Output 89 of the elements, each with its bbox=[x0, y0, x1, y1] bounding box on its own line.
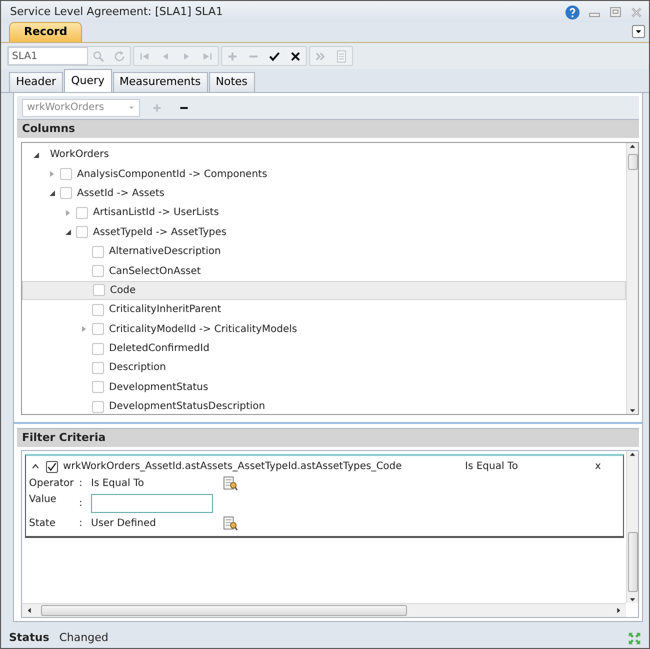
check-icon bbox=[47, 462, 57, 472]
lookup-icon[interactable] bbox=[223, 476, 238, 491]
tab[interactable]: Header bbox=[9, 72, 64, 92]
record-field[interactable]: SLA1 bbox=[8, 47, 88, 65]
tree-label: AssetTypeId -> AssetTypes bbox=[93, 226, 226, 240]
collapse-icon[interactable] bbox=[31, 462, 40, 471]
tree-row[interactable]: Code bbox=[22, 280, 626, 300]
tree-row[interactable]: DevelopmentStatus bbox=[22, 378, 626, 398]
tree-label: DeletedConfirmedId bbox=[109, 342, 210, 356]
tree-row[interactable]: AnalysisComponentId -> Components bbox=[22, 164, 626, 184]
search-icon bbox=[92, 50, 105, 62]
lookup-icon[interactable] bbox=[223, 516, 238, 531]
tree-row[interactable]: Description bbox=[22, 358, 626, 378]
scroll-down-icon[interactable] bbox=[629, 596, 636, 603]
checkbox[interactable] bbox=[46, 460, 58, 472]
scroll-thumb[interactable] bbox=[628, 532, 638, 592]
help-icon[interactable] bbox=[565, 4, 580, 20]
field-value: User Defined bbox=[91, 517, 157, 531]
tree-label: AlternativeDescription bbox=[109, 245, 221, 260]
tree-row[interactable]: DeletedConfirmedId bbox=[22, 338, 626, 358]
tab[interactable]: Measurements bbox=[112, 72, 208, 92]
remove-link[interactable]: x bbox=[595, 459, 601, 474]
scroll-right-icon[interactable] bbox=[615, 607, 622, 614]
tree-row[interactable]: CriticalityModelId -> CriticalityModels bbox=[22, 320, 626, 339]
ribbon-tab[interactable]: Record bbox=[9, 22, 82, 42]
collapse-icon[interactable] bbox=[32, 150, 40, 159]
tree-label: AssetId -> Assets bbox=[77, 186, 165, 201]
scrollbar[interactable] bbox=[626, 143, 638, 414]
add-icon bbox=[150, 102, 162, 114]
refresh-icon bbox=[113, 50, 126, 62]
window-title: Service Level Agreement: [SLA1] SLA1 bbox=[10, 4, 224, 20]
status-value: Changed bbox=[59, 630, 110, 646]
collapse-icon[interactable] bbox=[64, 228, 72, 236]
status-label: Status bbox=[9, 630, 50, 646]
tree-label: Code bbox=[110, 284, 136, 298]
caret-icon bbox=[635, 28, 642, 35]
tree-label: CanSelectOnAsset bbox=[109, 264, 201, 279]
expand-icon[interactable] bbox=[80, 325, 88, 334]
tree-label: AnalysisComponentId -> Components bbox=[77, 168, 268, 182]
tab[interactable]: Query bbox=[64, 69, 112, 92]
scroll-down-icon[interactable] bbox=[629, 407, 636, 414]
document-icon bbox=[335, 50, 348, 62]
tab[interactable]: Notes bbox=[208, 72, 255, 92]
check-icon bbox=[268, 50, 281, 62]
restore-icon[interactable] bbox=[609, 6, 622, 18]
source-dropdown[interactable]: wrkWorkOrders bbox=[22, 98, 140, 116]
scroll-up-icon[interactable] bbox=[629, 451, 636, 458]
scrollbar[interactable] bbox=[626, 451, 638, 603]
collapse-icon[interactable] bbox=[48, 189, 56, 198]
field-label: Value bbox=[29, 493, 58, 507]
field-label: State bbox=[29, 517, 56, 531]
scroll-thumb[interactable] bbox=[628, 154, 638, 170]
close-icon[interactable] bbox=[630, 6, 643, 18]
value-field[interactable] bbox=[91, 494, 213, 513]
scroll-left-icon[interactable] bbox=[26, 607, 33, 614]
expand-icon[interactable] bbox=[64, 208, 72, 217]
separator: : bbox=[79, 517, 84, 531]
tree-row[interactable]: AssetTypeId -> AssetTypes bbox=[22, 222, 626, 242]
expand-icon[interactable] bbox=[48, 170, 56, 178]
tree-label: DevelopmentStatusDescription bbox=[109, 400, 266, 414]
separator: : bbox=[79, 497, 84, 511]
tree-row[interactable]: CanSelectOnAsset bbox=[22, 261, 626, 281]
maximize-icon[interactable] bbox=[628, 632, 641, 644]
tree-row[interactable]: CriticalityInheritParent bbox=[22, 300, 626, 320]
close-icon bbox=[289, 50, 302, 62]
tree-label: CriticalityModelId -> CriticalityModels bbox=[109, 322, 298, 337]
tree-row[interactable]: AlternativeDescription bbox=[22, 242, 626, 262]
tree-label: WorkOrders bbox=[50, 148, 109, 162]
tree-label: ArtisanListId -> UserLists bbox=[93, 206, 219, 220]
field-value: Is Equal To bbox=[91, 477, 145, 491]
scrollbar[interactable] bbox=[22, 603, 626, 617]
criteria-operator: Is Equal To bbox=[465, 460, 519, 474]
dropdown-button[interactable] bbox=[632, 25, 645, 38]
separator: : bbox=[79, 477, 84, 491]
criteria-field: wrkWorkOrders_AssetId.astAssets_AssetTypeId.astAssetTypes_Code bbox=[63, 459, 465, 474]
tree-row[interactable]: DevelopmentStatusDescription bbox=[22, 397, 626, 414]
scroll-up-icon[interactable] bbox=[629, 143, 636, 150]
caret-icon bbox=[128, 104, 135, 111]
tree-label: DevelopmentStatus bbox=[109, 380, 208, 395]
plus-icon bbox=[226, 50, 239, 62]
tree-row[interactable]: WorkOrders bbox=[22, 145, 626, 164]
field-label: Operator bbox=[29, 477, 75, 491]
section-header: Columns bbox=[17, 119, 639, 138]
section-header: Filter Criteria bbox=[17, 428, 639, 447]
scroll-thumb[interactable] bbox=[41, 605, 407, 616]
tree-label: CriticalityInheritParent bbox=[109, 303, 222, 318]
tree-label: Description bbox=[109, 361, 166, 376]
tree-row[interactable]: AssetId -> Assets bbox=[22, 184, 626, 204]
tree-row[interactable]: ArtisanListId -> UserLists bbox=[22, 203, 626, 223]
